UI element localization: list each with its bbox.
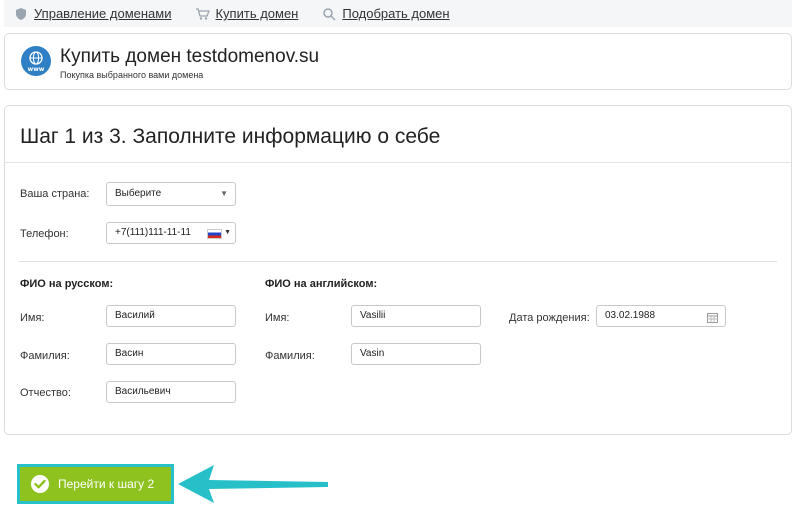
step-title: Шаг 1 из 3. Заполните информацию о себе — [20, 125, 441, 148]
nav-link-manage-domains[interactable]: Управление доменами — [34, 6, 171, 21]
chevron-down-icon: ▼ — [220, 189, 228, 198]
form-card-header: Шаг 1 из 3. Заполните информацию о себе — [5, 106, 791, 163]
nav-item-manage-domains[interactable]: Управление доменами — [14, 6, 171, 21]
birthdate-label: Дата рождения: — [509, 312, 590, 324]
phone-input-value: +7(111)111-11-11 — [115, 227, 191, 238]
section-divider — [19, 261, 777, 262]
next-step-button[interactable]: Перейти к шагу 2 — [20, 467, 171, 501]
next-step-highlight: Перейти к шагу 2 — [17, 464, 174, 504]
form-card: Шаг 1 из 3. Заполните информацию о себе … — [4, 105, 792, 435]
check-icon — [31, 475, 49, 493]
ru-last-name-label: Фамилия: — [20, 350, 70, 362]
next-step-button-label: Перейти к шагу 2 — [58, 477, 155, 491]
country-label: Ваша страна: — [20, 188, 90, 200]
en-last-name-input[interactable]: Vasin — [351, 343, 481, 365]
en-name-section-title: ФИО на английском: — [265, 278, 378, 290]
ru-patronymic-label: Отчество: — [20, 387, 71, 399]
chevron-down-icon[interactable]: ▼ — [224, 223, 231, 243]
shield-icon — [14, 7, 28, 21]
top-nav: Управление доменами Купить домен Подобра… — [4, 0, 792, 27]
phone-input[interactable]: +7(111)111-11-11 ▼ — [106, 222, 236, 244]
country-select[interactable]: Выберите ▼ — [106, 182, 236, 206]
en-first-name-label: Имя: — [265, 312, 290, 324]
page-header-card: www Купить домен testdomenov.su Покупка … — [4, 33, 792, 90]
calendar-icon[interactable] — [707, 311, 718, 323]
en-last-name-label: Фамилия: — [265, 350, 315, 362]
nav-item-find-domain[interactable]: Подобрать домен — [322, 6, 450, 21]
phone-label: Телефон: — [20, 228, 69, 240]
search-icon — [322, 7, 336, 21]
birthdate-input-value: 03.02.1988 — [605, 310, 656, 321]
country-select-value: Выберите — [115, 188, 162, 199]
ru-last-name-input[interactable]: Васин — [106, 343, 236, 365]
ru-first-name-label: Имя: — [20, 312, 45, 324]
svg-text:www: www — [28, 66, 45, 73]
nav-link-find-domain[interactable]: Подобрать домен — [342, 6, 449, 21]
nav-link-buy-domain[interactable]: Купить домен — [215, 6, 298, 21]
ru-name-section-title: ФИО на русском: — [20, 278, 114, 290]
birthdate-input[interactable]: 03.02.1988 — [596, 305, 726, 327]
page-subtitle: Покупка выбранного вами домена — [60, 70, 204, 80]
cart-icon — [195, 7, 211, 21]
en-first-name-input[interactable]: Vasilii — [351, 305, 481, 327]
ru-patronymic-input[interactable]: Васильевич — [106, 381, 236, 403]
arrow-left-icon — [178, 465, 328, 503]
page-title: Купить домен testdomenov.su — [60, 46, 320, 67]
ru-flag-icon[interactable] — [207, 229, 222, 239]
nav-item-buy-domain[interactable]: Купить домен — [195, 6, 298, 21]
ru-first-name-input[interactable]: Василий — [106, 305, 236, 327]
globe-www-icon: www — [21, 46, 51, 76]
